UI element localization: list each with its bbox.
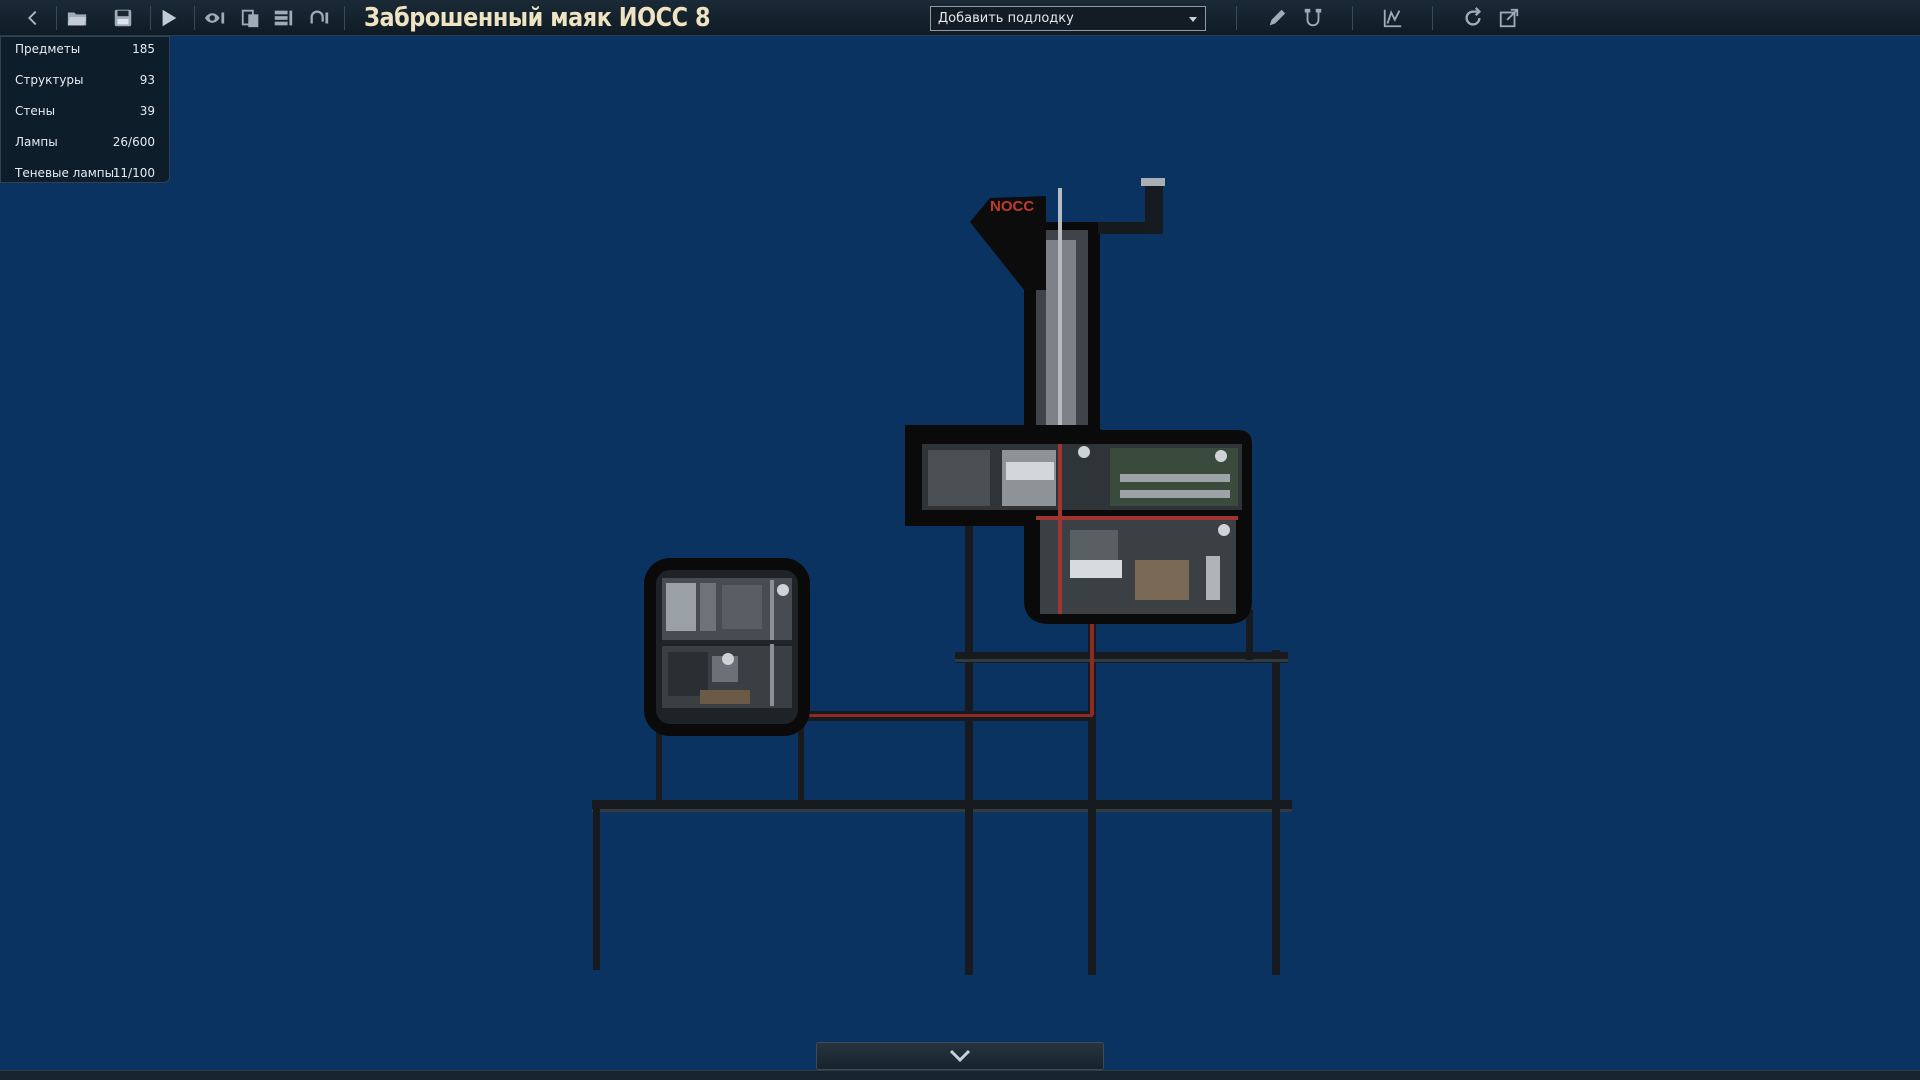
visibility-icon [204,12,225,24]
stat-row-items: Предметы 185 [15,42,155,60]
pencil-icon [1269,9,1286,26]
stat-value: 11/100 [112,166,155,180]
wiring-icon [1304,8,1322,27]
dropdown-arrow-icon [1189,17,1197,22]
main-station: NOCC [905,178,1252,624]
open-button[interactable] [62,4,92,32]
stat-value: 185 [132,42,155,56]
top-toolbar: Заброшенный маяк ИОСС 8 Добавить подлодк… [0,0,1920,36]
stat-label: Предметы [15,42,81,56]
visibility-button[interactable] [200,4,230,32]
stat-row-shadow-lamps: Теневые лампы 11/100 [15,166,155,184]
stat-label: Структуры [15,73,84,87]
stat-row-walls: Стены 39 [15,104,155,122]
layers-button[interactable] [268,4,298,32]
stat-row-lamps: Лампы 26/600 [15,135,155,153]
bottom-bar [0,1070,1920,1080]
stat-value: 93 [139,73,155,87]
play-icon [162,9,177,27]
edit-button[interactable] [1262,4,1292,32]
layers-icon [274,10,293,26]
play-button[interactable] [154,4,184,32]
stat-value: 39 [139,104,155,118]
stats-panel: Предметы 185 Структуры 93 Стены 39 Лампы… [0,36,170,183]
chevron-down-icon [949,1049,971,1063]
left-module [644,558,810,736]
stat-label: Стены [15,104,56,118]
stat-row-structures: Структуры 93 [15,73,155,91]
export-button[interactable] [1494,4,1524,32]
export-icon [1499,8,1519,28]
stat-label: Теневые лампы [15,166,115,180]
copy-icon [241,9,259,28]
undo-button[interactable] [304,4,334,32]
graph-icon [1383,9,1402,28]
add-submarine-dropdown[interactable]: Добавить подлодку [930,6,1206,31]
submarine-editor-canvas[interactable]: NOCC [0,36,1920,1068]
waypoints-button[interactable] [1378,4,1408,32]
pipe [1090,620,1094,715]
stat-label: Лампы [15,135,58,149]
stat-value: 26/600 [112,135,155,149]
save-icon [114,9,132,27]
save-button[interactable] [108,4,138,32]
station-sign-text: NOCC [990,198,1034,215]
page-title: Заброшенный маяк ИОСС 8 [364,3,711,33]
refresh-icon [1465,7,1482,26]
wiring-button[interactable] [1298,4,1328,32]
open-folder-icon [67,12,87,26]
back-icon [28,10,37,26]
back-button[interactable] [18,4,48,32]
add-submarine-label: Добавить подлодку [938,11,1074,26]
bottom-panel-toggle-button[interactable] [816,1042,1104,1070]
undo-icon [310,10,329,24]
copy-button[interactable] [236,4,266,32]
refresh-button[interactable] [1458,4,1488,32]
